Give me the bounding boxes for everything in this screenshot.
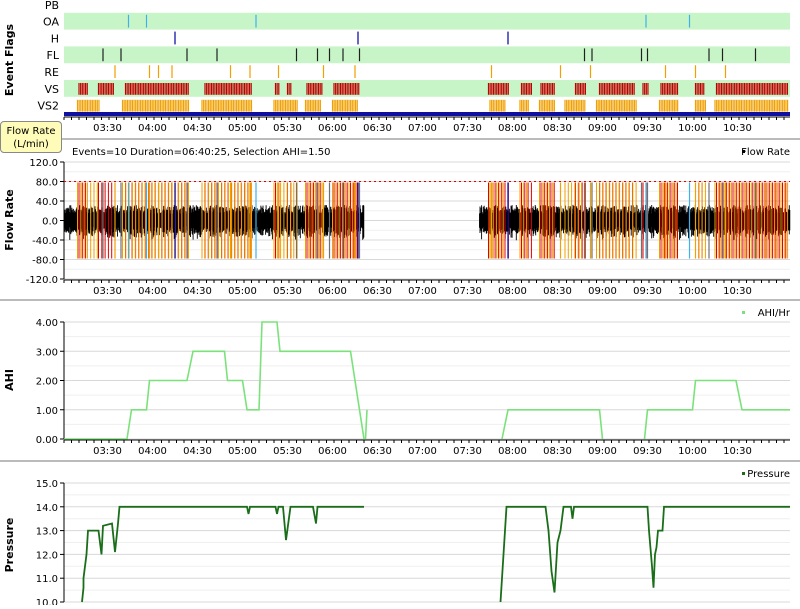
y-tick-label: 1.00 — [36, 406, 58, 417]
time-tick-label: 09:00 — [588, 123, 617, 134]
y-tick-label: 40.0 — [36, 197, 58, 208]
y-tick-label: 80.0 — [36, 178, 58, 189]
tooltip-line1: Flow Rate — [6, 126, 56, 137]
flag-row-label: VS2 — [37, 100, 59, 113]
time-tick-label: 07:30 — [453, 286, 482, 297]
time-tick-label: 05:30 — [273, 123, 302, 134]
time-tick-label: 06:30 — [363, 123, 392, 134]
charts-svg: Event Flags PB OA H FL RE VS VS2 03:30 04:00 04:30… — [0, 0, 800, 609]
time-tick-label: 04:00 — [138, 286, 167, 297]
time-tick-label: 09:00 — [588, 446, 617, 457]
time-tick-label: 05:30 — [273, 286, 302, 297]
y-tick-label: 0.0 — [42, 217, 58, 228]
oscar-daily-graphs: Event Flags PB OA H FL RE VS VS2 03:30 04:00 04:30… — [0, 0, 800, 609]
flag-row-label: FL — [47, 49, 60, 62]
y-tick-label: -120.0 — [26, 275, 58, 286]
time-tick-label: 03:30 — [93, 286, 122, 297]
time-tick-label: 08:00 — [498, 286, 527, 297]
y-tick-label: 11.0 — [36, 574, 58, 585]
time-tick-label: 08:30 — [543, 446, 572, 457]
time-tick-label: 03:30 — [93, 123, 122, 134]
time-tick-label: 08:00 — [498, 446, 527, 457]
y-tick-label: 10.0 — [36, 598, 58, 605]
time-tick-label: 06:30 — [363, 286, 392, 297]
time-tick-label: 10:00 — [678, 286, 707, 297]
time-tick-label: 08:30 — [543, 123, 572, 134]
time-tick-label: 09:00 — [588, 286, 617, 297]
time-tick-label: 07:00 — [408, 286, 437, 297]
ahi-ylabel: AHI — [3, 369, 16, 391]
y-tick-label: 13.0 — [36, 527, 58, 538]
time-tick-label: 09:30 — [633, 446, 662, 457]
time-tick-label: 05:00 — [228, 286, 257, 297]
time-tick-label: 04:00 — [138, 446, 167, 457]
flag-row-label: VS — [44, 83, 59, 96]
legend-swatch — [742, 472, 745, 475]
legend-label: AHI/Hr — [758, 308, 791, 319]
time-tick-label: 07:30 — [453, 123, 482, 134]
time-tick-label: 07:00 — [408, 123, 437, 134]
flag-row-label: OA — [43, 16, 59, 29]
time-tick-label: 09:30 — [633, 123, 662, 134]
legend-swatch — [742, 311, 745, 314]
time-tick-label: 05:00 — [228, 446, 257, 457]
time-tick-label: 04:30 — [183, 123, 212, 134]
time-tick-label: 05:00 — [228, 123, 257, 134]
event-flags-ylabel: Event Flags — [3, 23, 16, 96]
flow-ylabel: Flow Rate — [3, 189, 16, 250]
time-tick-label: 10:30 — [723, 123, 752, 134]
flag-row-label: RE — [44, 66, 59, 79]
time-tick-label: 10:00 — [678, 446, 707, 457]
y-tick-label: 3.00 — [36, 347, 58, 358]
flow-rate-tooltip: Flow Rate (L/min) — [0, 121, 62, 153]
time-tick-label: 06:00 — [318, 286, 347, 297]
time-tick-label: 10:30 — [723, 286, 752, 297]
ahi-line-segment-2 — [364, 409, 368, 440]
y-tick-label: -80.0 — [32, 256, 58, 267]
time-tick-label: 06:30 — [363, 446, 392, 457]
y-tick-label: 2.00 — [36, 377, 58, 388]
flow-panel-title: Events=10 Duration=06:40:25, Selection A… — [72, 147, 330, 158]
time-tick-label: 05:30 — [273, 446, 302, 457]
time-tick-label: 10:30 — [723, 446, 752, 457]
time-tick-label: 06:00 — [318, 123, 347, 134]
time-tick-label: 07:00 — [408, 446, 437, 457]
pressure-ylabel: Pressure — [3, 518, 16, 573]
flag-row-label: H — [51, 32, 59, 45]
y-tick-label: 120.0 — [29, 158, 58, 169]
time-tick-label: 09:30 — [633, 286, 662, 297]
time-tick-label: 03:30 — [93, 446, 122, 457]
y-tick-label: 12.0 — [36, 550, 58, 561]
y-tick-label: 4.00 — [36, 318, 58, 329]
flags-bottom-bar — [64, 112, 790, 116]
time-tick-label: 04:30 — [183, 446, 212, 457]
tooltip-line2: (L/min) — [13, 139, 49, 150]
time-tick-label: 04:30 — [183, 286, 212, 297]
flag-row-band — [64, 46, 790, 64]
y-tick-label: 15.0 — [36, 479, 58, 490]
time-tick-label: 10:00 — [678, 123, 707, 134]
flag-row-label: PB — [45, 0, 59, 12]
time-tick-label: 08:00 — [498, 123, 527, 134]
legend-label: Flow Rate — [741, 147, 790, 158]
time-tick-label: 08:30 — [543, 286, 572, 297]
time-tick-label: 04:00 — [138, 123, 167, 134]
time-tick-label: 07:30 — [453, 446, 482, 457]
flag-row-band — [64, 12, 790, 30]
time-tick-label: 06:00 — [318, 446, 347, 457]
y-tick-label: 0.00 — [36, 435, 58, 446]
y-tick-label: 14.0 — [36, 503, 58, 514]
legend-label: Pressure — [747, 469, 790, 480]
y-tick-label: -40.0 — [32, 236, 58, 247]
